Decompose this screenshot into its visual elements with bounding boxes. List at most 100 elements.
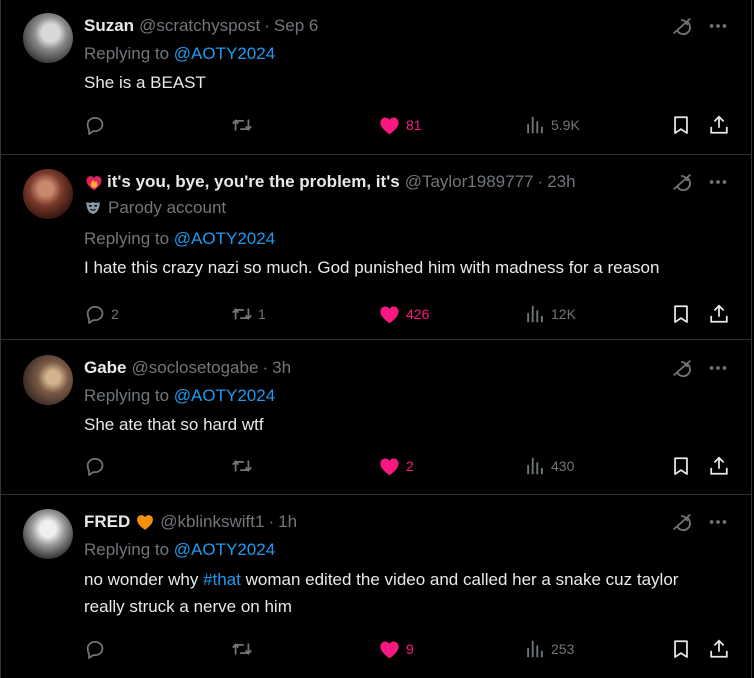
bookmark-button[interactable] [670, 113, 692, 137]
avatar[interactable] [23, 169, 73, 219]
post-text: no wonder why #that woman edited the vid… [84, 566, 729, 620]
parody-label: Parody account [84, 196, 729, 219]
like-count: 9 [406, 641, 414, 657]
separator-dot: · [537, 172, 544, 191]
reply-post[interactable]: Gabe @soclosetogabe · 3h Replying to @AO… [1, 340, 751, 495]
like-button[interactable]: 2 [378, 454, 414, 478]
view-count: 253 [551, 641, 575, 657]
reply-icon [84, 455, 106, 477]
views-button[interactable]: 5.9K [524, 113, 580, 137]
bookmark-button[interactable] [670, 454, 692, 478]
more-icon[interactable] [707, 357, 729, 379]
share-icon [708, 114, 730, 136]
share-button[interactable] [708, 113, 730, 137]
replying-to-label: Replying to [84, 44, 174, 63]
bookmark-button[interactable] [670, 637, 692, 661]
bookmark-icon [670, 638, 692, 660]
replying-to: Replying to @AOTY2024 [84, 42, 729, 65]
bookmark-button[interactable] [670, 302, 692, 326]
bookmark-icon [670, 114, 692, 136]
grok-icon[interactable] [671, 171, 693, 193]
parody-text: Parody account [108, 198, 227, 217]
post-text: I hate this crazy nazi so much. God puni… [84, 258, 660, 277]
like-icon [378, 114, 401, 137]
replying-to-label: Replying to [84, 386, 174, 405]
hashtag-link[interactable]: #that [203, 570, 241, 589]
views-button[interactable]: 430 [524, 454, 574, 478]
share-icon [708, 638, 730, 660]
repost-button[interactable]: 1 [231, 302, 266, 326]
repost-button[interactable] [231, 113, 258, 137]
views-button[interactable]: 12K [524, 302, 576, 326]
reply-count: 2 [111, 306, 119, 322]
bookmark-icon [670, 303, 692, 325]
separator-dot: · [262, 358, 269, 377]
fire-heart-icon [84, 172, 104, 192]
author-handle[interactable]: @soclosetogabe [132, 358, 259, 378]
views-button[interactable]: 253 [524, 637, 574, 661]
grok-icon[interactable] [671, 357, 693, 379]
views-icon [524, 455, 546, 477]
grok-icon[interactable] [671, 15, 693, 37]
reply-button[interactable] [84, 637, 111, 661]
post-time[interactable]: 1h [278, 512, 297, 532]
like-button[interactable]: 426 [378, 302, 429, 326]
post-text-start: no wonder why [84, 570, 204, 589]
separator-dot: · [268, 512, 275, 531]
replying-to-label: Replying to [84, 229, 174, 248]
reply-post[interactable]: it's you, bye, you're the problem, it's … [1, 155, 751, 340]
like-button[interactable]: 81 [378, 113, 422, 137]
post-text: She is a BEAST [84, 73, 206, 92]
reply-feed: Suzan @scratchyspost · Sep 6 Replying to… [0, 0, 752, 678]
share-button[interactable] [708, 302, 730, 326]
reply-post[interactable]: Suzan @scratchyspost · Sep 6 Replying to… [1, 0, 751, 155]
author-handle[interactable]: @Taylor1989777 [405, 172, 534, 192]
mention-link[interactable]: @AOTY2024 [174, 540, 275, 559]
author-name[interactable]: FRED [84, 512, 130, 532]
reply-button[interactable] [84, 454, 111, 478]
share-button[interactable] [708, 454, 730, 478]
share-button[interactable] [708, 637, 730, 661]
bookmark-icon [670, 455, 692, 477]
mention-link[interactable]: @AOTY2024 [174, 229, 275, 248]
repost-icon [231, 638, 253, 660]
views-icon [524, 114, 546, 136]
post-time[interactable]: 23h [547, 172, 575, 192]
avatar[interactable] [23, 13, 73, 63]
orange-heart-icon [135, 512, 155, 532]
grok-icon[interactable] [671, 511, 693, 533]
mask-icon [84, 199, 102, 217]
author-handle[interactable]: @kblinkswift1 [160, 512, 264, 532]
more-icon[interactable] [707, 511, 729, 533]
post-header: Suzan @scratchyspost · Sep 6 [84, 13, 729, 39]
post-time[interactable]: 3h [272, 358, 291, 378]
separator-dot: · [264, 16, 270, 35]
view-count: 430 [551, 458, 575, 474]
author-name[interactable]: Gabe [84, 358, 127, 378]
avatar[interactable] [23, 509, 73, 559]
avatar[interactable] [23, 355, 73, 405]
post-time[interactable]: Sep 6 [274, 16, 318, 36]
replying-to: Replying to @AOTY2024 [84, 227, 729, 250]
more-icon[interactable] [707, 15, 729, 37]
reply-button[interactable] [84, 113, 111, 137]
reply-icon [84, 303, 106, 325]
reply-post[interactable]: FRED @kblinkswift1 · 1h Replying to @AOT… [1, 495, 751, 678]
like-button[interactable]: 9 [378, 637, 414, 661]
mention-link[interactable]: @AOTY2024 [174, 44, 275, 63]
repost-button[interactable] [231, 637, 258, 661]
mention-link[interactable]: @AOTY2024 [174, 386, 275, 405]
reply-button[interactable]: 2 [84, 302, 119, 326]
author-name[interactable]: it's you, bye, you're the problem, it's [107, 172, 400, 192]
more-icon[interactable] [707, 171, 729, 193]
replying-to-label: Replying to [84, 540, 174, 559]
like-count: 2 [406, 458, 414, 474]
view-count: 5.9K [551, 117, 580, 133]
post-text: She ate that so hard wtf [84, 415, 264, 434]
repost-button[interactable] [231, 454, 258, 478]
reply-icon [84, 114, 106, 136]
author-name[interactable]: Suzan [84, 16, 134, 36]
share-icon [708, 303, 730, 325]
author-handle[interactable]: @scratchyspost [139, 16, 260, 36]
like-icon [378, 455, 401, 478]
